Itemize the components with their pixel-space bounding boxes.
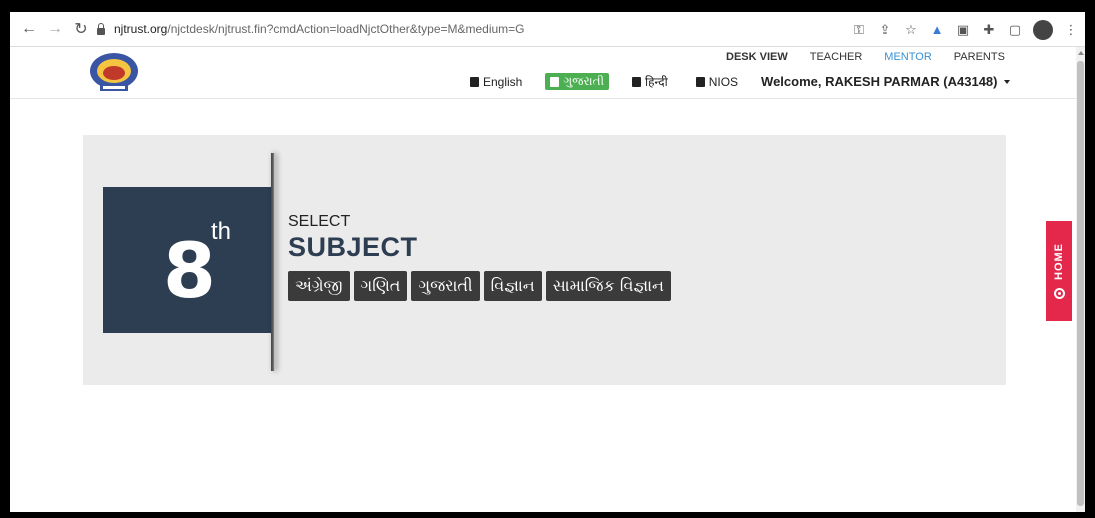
- book-icon: [550, 76, 560, 87]
- user-menu[interactable]: Welcome, RAKESH PARMAR (A43148): [761, 74, 1010, 89]
- subject-button-maths[interactable]: ગણિત: [353, 271, 408, 301]
- puzzle-icon[interactable]: ✚: [981, 22, 997, 38]
- subject-button-social-science[interactable]: સામાજિક વિજ્ઞાન: [545, 271, 671, 301]
- home-side-tab[interactable]: HOME: [1046, 221, 1072, 321]
- subject-list: અંગ્રેજી ગણિત ગુજરાતી વિજ્ઞાન સામાજિક વિ…: [288, 271, 671, 301]
- star-icon[interactable]: ☆: [903, 22, 919, 38]
- subject-title: SUBJECT: [288, 232, 418, 262]
- url-path: /njctdesk/njtrust.fin?cmdAction=loadNjct…: [167, 22, 525, 36]
- book-icon: [695, 76, 705, 87]
- book-icon: [470, 76, 479, 87]
- subject-button-science[interactable]: વિજ્ઞાન: [483, 271, 542, 301]
- welcome-text: Welcome, RAKESH PARMAR (A43148): [761, 74, 998, 89]
- browser-window: ← → ↻ njtrust.org/njctdesk/njtrust.fin?c…: [10, 12, 1085, 512]
- language-label: ગુજરાતી: [563, 74, 605, 88]
- url-text: njtrust.org/njctdesk/njtrust.fin?cmdActi…: [114, 22, 525, 36]
- site-header: DESK VIEW TEACHER MENTOR PARENTS English…: [10, 47, 1076, 99]
- key-icon[interactable]: ⚿: [851, 22, 867, 38]
- address-bar[interactable]: njtrust.org/njctdesk/njtrust.fin?cmdActi…: [96, 17, 856, 41]
- reload-icon[interactable]: ↻: [70, 18, 92, 40]
- language-bar: English ગુજરાતી हिन्दी NIOS Welcome, RAK…: [465, 72, 1010, 91]
- forward-icon[interactable]: →: [44, 18, 66, 40]
- profile-icon[interactable]: [1033, 19, 1053, 40]
- grade-suffix: th: [211, 218, 232, 245]
- scrollbar-thumb[interactable]: [1077, 61, 1084, 506]
- role-mentor[interactable]: MENTOR: [884, 51, 931, 63]
- caret-down-icon: [1003, 79, 1010, 84]
- lock-icon[interactable]: [96, 23, 106, 35]
- browser-actions: ⚿ ⇪ ☆ ▲ ▣ ✚ ▢ ⋮: [851, 12, 1079, 47]
- home-circle-icon: [1053, 288, 1065, 299]
- subject-button-gujarati[interactable]: ગુજરાતી: [411, 271, 480, 301]
- gcert-logo[interactable]: [88, 51, 140, 93]
- language-nios[interactable]: NIOS: [691, 74, 743, 90]
- home-label: HOME: [1053, 243, 1065, 280]
- extension-icon-1[interactable]: ▲: [929, 22, 945, 37]
- sidepanel-icon[interactable]: ▢: [1007, 22, 1023, 38]
- page-scrollbar[interactable]: [1076, 47, 1085, 512]
- extension-icon-2[interactable]: ▣: [955, 22, 971, 38]
- browser-toolbar: ← → ↻ njtrust.org/njctdesk/njtrust.fin?c…: [10, 12, 1085, 47]
- scroll-up-icon[interactable]: [1078, 51, 1084, 55]
- panel-divider: [271, 153, 275, 371]
- back-icon[interactable]: ←: [18, 18, 40, 40]
- book-icon: [632, 76, 642, 87]
- language-gujarati[interactable]: ગુજરાતી: [545, 73, 610, 90]
- grade-box: 8 th: [103, 187, 273, 333]
- role-desk-view[interactable]: DESK VIEW: [726, 51, 788, 63]
- select-label: SELECT: [288, 213, 351, 230]
- menu-icon[interactable]: ⋮: [1063, 22, 1079, 38]
- subject-button-english[interactable]: અંગ્રેજી: [288, 271, 350, 301]
- subject-panel: 8 th SELECT SUBJECT અંગ્રેજી ગણિત ગુજરાત…: [83, 135, 1006, 385]
- language-hindi[interactable]: हिन्दी: [627, 72, 673, 91]
- grade-number: 8: [163, 226, 216, 315]
- role-parents[interactable]: PARENTS: [954, 51, 1005, 63]
- language-label: हिन्दी: [645, 75, 668, 89]
- language-label: NIOS: [708, 74, 739, 89]
- share-icon[interactable]: ⇪: [877, 22, 893, 38]
- role-teacher[interactable]: TEACHER: [810, 51, 863, 63]
- role-nav: DESK VIEW TEACHER MENTOR PARENTS: [726, 51, 1005, 63]
- language-label: English: [483, 74, 523, 89]
- url-host: njtrust.org: [114, 22, 168, 36]
- language-english[interactable]: English: [465, 74, 527, 90]
